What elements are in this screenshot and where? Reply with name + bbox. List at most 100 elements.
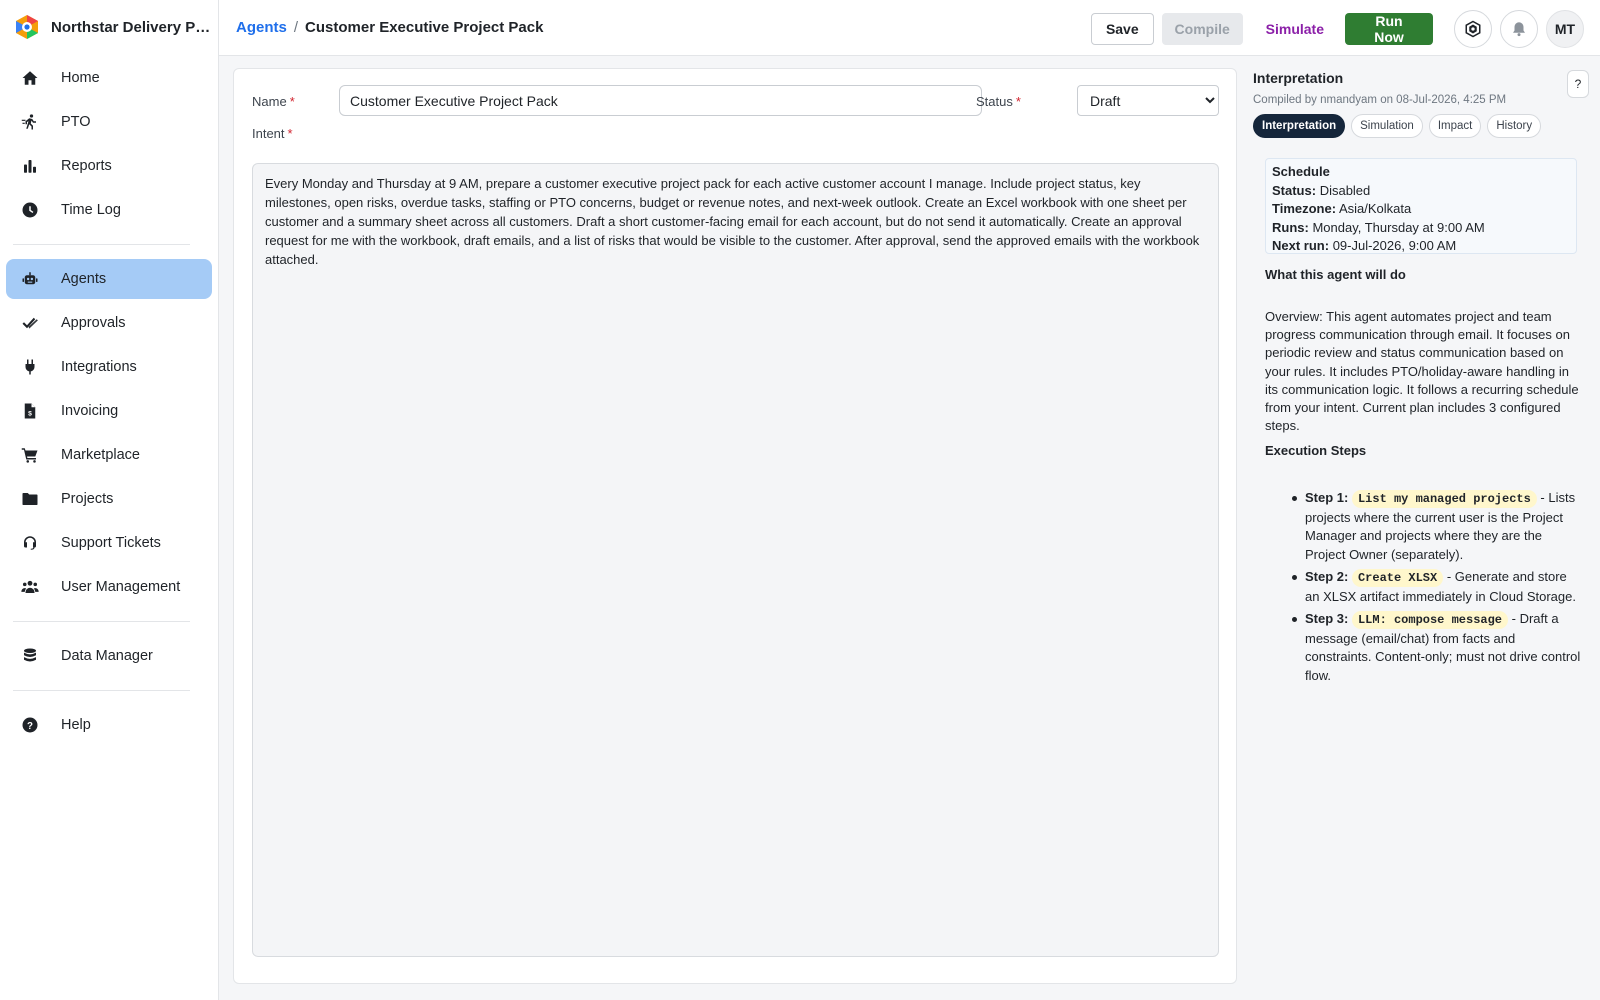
folder-icon bbox=[20, 489, 40, 509]
bar-chart-icon bbox=[20, 156, 40, 176]
sidebar-item-label: Reports bbox=[61, 158, 112, 174]
schedule-heading: Schedule bbox=[1272, 164, 1330, 179]
name-field[interactable] bbox=[339, 85, 982, 116]
robot-icon bbox=[20, 269, 40, 289]
page-title: Customer Executive Project Pack bbox=[305, 19, 544, 36]
sidebar-nav-help: ? Help bbox=[0, 705, 218, 745]
compile-button[interactable]: Compile bbox=[1161, 13, 1243, 45]
tab-impact[interactable]: Impact bbox=[1428, 114, 1482, 138]
database-icon bbox=[20, 646, 40, 666]
notifications-button[interactable] bbox=[1500, 10, 1538, 48]
sidebar-item-label: Invoicing bbox=[61, 403, 119, 419]
top-bar: Agents / Customer Executive Project Pack S… bbox=[219, 0, 1600, 56]
name-label: Name * bbox=[252, 94, 295, 109]
users-icon bbox=[20, 577, 40, 597]
svg-text:?: ? bbox=[27, 721, 33, 732]
sidebar-item-label: Projects bbox=[61, 491, 114, 507]
tab-history[interactable]: History bbox=[1487, 114, 1542, 138]
run-now-button[interactable]: Run Now bbox=[1345, 13, 1433, 45]
sidebar-item-label: Approvals bbox=[61, 315, 126, 331]
sidebar-item-label: Marketplace bbox=[61, 447, 140, 463]
compiled-info: Compiled by nmandyam on 08-Jul-2026, 4:2… bbox=[1253, 94, 1507, 106]
brand-logo-icon bbox=[16, 15, 38, 39]
step-code: LLM: compose message bbox=[1351, 611, 1508, 629]
sidebar-item-label: Agents bbox=[61, 271, 107, 287]
sidebar-item-projects[interactable]: Projects bbox=[6, 479, 212, 519]
save-button[interactable]: Save bbox=[1090, 13, 1154, 45]
step-code: List my managed projects bbox=[1351, 490, 1537, 508]
intent-label: Intent * bbox=[252, 126, 293, 141]
intent-textarea[interactable]: Every Monday and Thursday at 9 AM, prepa… bbox=[252, 163, 1219, 957]
ai-assistant-icon bbox=[1465, 20, 1481, 38]
sidebar-nav-data: Data Manager bbox=[0, 636, 218, 676]
what-heading: What this agent will do bbox=[1265, 267, 1406, 282]
sidebar-divider bbox=[13, 621, 190, 622]
sidebar-item-approvals[interactable]: Approvals bbox=[6, 303, 212, 343]
svg-text:$: $ bbox=[28, 411, 32, 418]
step-code: Create XLSX bbox=[1351, 569, 1444, 587]
sidebar-item-home[interactable]: Home bbox=[6, 58, 212, 98]
sidebar-item-label: Support Tickets bbox=[61, 535, 161, 551]
sidebar-item-pto[interactable]: PTO bbox=[6, 102, 212, 142]
breadcrumb-agents-link[interactable]: Agents bbox=[236, 19, 287, 36]
sidebar-item-label: User Management bbox=[61, 579, 181, 595]
sidebar-item-label: Integrations bbox=[61, 359, 137, 375]
sidebar-divider bbox=[13, 244, 190, 245]
panel-title: Interpretation bbox=[1253, 70, 1344, 86]
sidebar-item-label: Help bbox=[61, 717, 91, 733]
sidebar-item-integrations[interactable]: Integrations bbox=[6, 347, 212, 387]
sidebar-item-support-tickets[interactable]: Support Tickets bbox=[6, 523, 212, 563]
clock-icon bbox=[20, 200, 40, 220]
sidebar-item-user-management[interactable]: User Management bbox=[6, 567, 212, 607]
double-check-icon bbox=[20, 313, 40, 333]
schedule-timezone: Timezone: Asia/Kolkata bbox=[1272, 201, 1412, 216]
panel-tabs: Interpretation Simulation Impact History bbox=[1253, 114, 1547, 138]
run-icon bbox=[20, 112, 40, 132]
schedule-runs: Runs: Monday, Thursday at 9:00 AM bbox=[1272, 219, 1485, 235]
schedule-status: Status: Disabled bbox=[1272, 182, 1371, 198]
plug-icon bbox=[20, 357, 40, 377]
steps-heading: Execution Steps bbox=[1265, 443, 1367, 458]
avatar[interactable]: MT bbox=[1546, 10, 1584, 48]
sidebar-item-data-manager[interactable]: Data Manager bbox=[6, 636, 212, 676]
agent-editor-card: Name* Status* Draft Intent* Every Monday… bbox=[233, 68, 1237, 984]
home-icon bbox=[20, 68, 40, 88]
execution-steps: Step 1: List my managed projects - Lists… bbox=[1292, 489, 1581, 689]
list-item: Step 1: List my managed projects - Lists… bbox=[1292, 489, 1581, 564]
help-circle-icon: ? bbox=[20, 715, 40, 735]
sidebar-item-label: Home bbox=[61, 70, 100, 86]
list-item: Step 2: Create XLSX - Generate and store… bbox=[1292, 568, 1581, 606]
breadcrumb-separator: / bbox=[293, 19, 299, 36]
sidebar-item-label: PTO bbox=[61, 114, 91, 130]
brand-name: Northstar Delivery Par... bbox=[51, 18, 211, 36]
tab-simulation[interactable]: Simulation bbox=[1351, 114, 1423, 138]
simulate-button[interactable]: Simulate bbox=[1251, 13, 1339, 45]
overview-text: Overview: This agent automates project a… bbox=[1265, 309, 1579, 434]
headset-icon bbox=[20, 533, 40, 553]
list-item: Step 3: LLM: compose message - Draft a m… bbox=[1292, 610, 1581, 685]
top-actions: Save Compile Simulate Run Now MT bbox=[1090, 10, 1584, 48]
ai-assistant-button[interactable] bbox=[1454, 10, 1492, 48]
sidebar-divider bbox=[13, 690, 190, 691]
sidebar-item-marketplace[interactable]: Marketplace bbox=[6, 435, 212, 475]
bell-icon bbox=[1513, 22, 1525, 37]
sidebar-item-invoicing[interactable]: $ Invoicing bbox=[6, 391, 212, 431]
status-select[interactable]: Draft bbox=[1077, 85, 1219, 116]
invoice-icon: $ bbox=[20, 401, 40, 421]
panel-help-button[interactable]: ? bbox=[1567, 70, 1589, 98]
sidebar-item-help[interactable]: ? Help bbox=[6, 705, 212, 745]
sidebar-item-label: Time Log bbox=[61, 202, 121, 218]
sidebar-item-reports[interactable]: Reports bbox=[6, 146, 212, 186]
schedule-box: Schedule Status: Disabled Timezone: Asia… bbox=[1265, 158, 1577, 254]
sidebar-item-agents[interactable]: Agents bbox=[6, 259, 212, 299]
sidebar-item-time-log[interactable]: Time Log bbox=[6, 190, 212, 230]
cart-icon bbox=[20, 445, 40, 465]
sidebar-item-label: Data Manager bbox=[61, 648, 153, 664]
sidebar-nav: Home PTO Reports Time Log bbox=[0, 58, 218, 230]
sidebar: Northstar Delivery Par... Home PTO Repor… bbox=[0, 0, 219, 1000]
schedule-next-run: Next run: 09-Jul-2026, 9:00 AM bbox=[1272, 238, 1457, 253]
interpretation-panel: Interpretation ? Compiled by nmandyam on… bbox=[1247, 56, 1600, 1000]
brand[interactable]: Northstar Delivery Par... bbox=[0, 0, 218, 54]
breadcrumb: Agents / Customer Executive Project Pack bbox=[236, 19, 543, 36]
tab-interpretation[interactable]: Interpretation bbox=[1253, 114, 1346, 138]
